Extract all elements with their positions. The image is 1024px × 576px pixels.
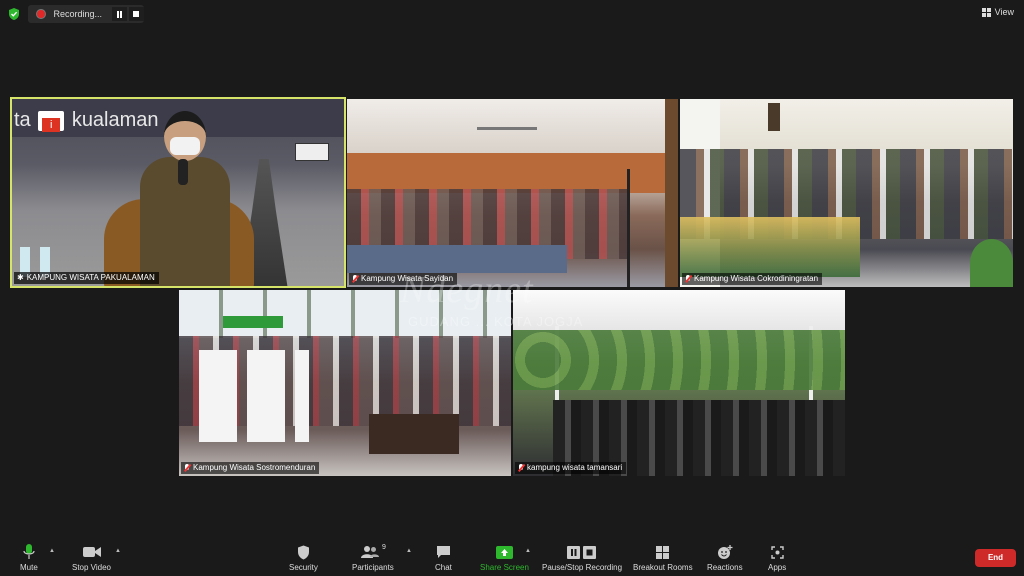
security-button[interactable]: Security: [289, 544, 318, 572]
video-camera-icon: [82, 544, 101, 560]
coffee-table: [369, 414, 459, 454]
meeting-controls-toolbar: Mute ▲ Stop Video ▲ Security 9 Participa…: [0, 538, 1024, 576]
pause-stop-recording-label: Pause/Stop Recording: [542, 563, 623, 572]
share-screen-icon: [495, 544, 513, 560]
participants-icon: 9: [360, 544, 386, 560]
face-mask: [170, 137, 200, 155]
video-feed: ta i kualaman: [12, 99, 344, 286]
pin-icon: ✱: [17, 273, 24, 282]
chat-bubble-icon: [436, 544, 451, 560]
participant-name: KAMPUNG WISATA PAKUALAMAN: [26, 273, 155, 282]
security-shield-icon[interactable]: [7, 7, 21, 21]
white-chairs: [199, 350, 309, 442]
video-feed: [680, 99, 1013, 287]
watermark-subtitle: GUDANG ... KOTA JOGJA: [408, 314, 584, 329]
green-banner: [223, 316, 283, 328]
microphone-icon: [23, 544, 35, 560]
participant-nameplate: Kampung Wisata Sostromenduran: [181, 462, 320, 474]
meeting-top-bar: Recording... View: [0, 0, 1024, 28]
recording-label: Recording...: [53, 9, 103, 19]
end-meeting-button[interactable]: End: [975, 549, 1016, 567]
view-label: View: [994, 7, 1014, 17]
reactions-label: Reactions: [707, 563, 743, 572]
video-options-chevron-icon[interactable]: ▲: [115, 548, 121, 554]
apps-button[interactable]: Apps: [768, 544, 786, 572]
security-label: Security: [289, 563, 318, 572]
apps-label: Apps: [768, 563, 787, 572]
chat-button[interactable]: Chat: [435, 544, 452, 572]
ceiling-fan-icon: [477, 127, 537, 130]
flower-table: [680, 217, 860, 277]
participants-label: Participants: [352, 563, 394, 572]
breakout-rooms-button[interactable]: Breakout Rooms: [633, 544, 693, 572]
chat-label: Chat: [435, 563, 452, 572]
participants-button[interactable]: 9 Participants: [352, 544, 394, 572]
mic-muted-icon: [518, 464, 524, 472]
share-options-chevron-icon[interactable]: ▲: [525, 548, 531, 554]
mic-muted-icon: [184, 464, 190, 472]
microphone: [178, 159, 188, 185]
pause-stop-recording-button[interactable]: Pause/Stop Recording: [542, 544, 622, 572]
event-logo-icon: i: [38, 110, 65, 132]
video-tile-cokrodiningratan[interactable]: Kampung Wisata Cokrodiningratan: [680, 99, 1013, 287]
participant-name: Kampung Wisata Sostromenduran: [193, 463, 316, 472]
share-screen-button[interactable]: Share Screen: [480, 544, 529, 572]
mic-muted-icon: [685, 275, 691, 283]
wall-sign: [295, 143, 329, 161]
plant: [970, 239, 1013, 287]
participant-name: Kampung Wisata Cokrodiningratan: [694, 274, 819, 283]
pause-recording-button[interactable]: [111, 7, 127, 21]
pause-icon: [116, 10, 122, 18]
breakout-rooms-icon: [656, 544, 670, 560]
share-screen-label: Share Screen: [480, 563, 529, 572]
participant-nameplate: kampung wisata tamansari: [515, 462, 627, 474]
stop-icon: [133, 11, 140, 17]
breakout-rooms-label: Breakout Rooms: [633, 563, 693, 572]
video-feed: [347, 99, 678, 287]
wall-frames: [768, 103, 780, 131]
shield-icon: [297, 544, 310, 560]
view-button[interactable]: View: [981, 7, 1014, 17]
video-tile-pakualaman[interactable]: ta i kualaman ✱ KAMPUNG WISATA PAKUALAMA…: [10, 97, 346, 288]
participant-name: kampung wisata tamansari: [527, 463, 623, 472]
reactions-button[interactable]: Reactions: [707, 544, 743, 572]
participant-nameplate: ✱ KAMPUNG WISATA PAKUALAMAN: [14, 272, 159, 284]
tripod: [627, 169, 630, 287]
stop-recording-button[interactable]: [128, 7, 145, 21]
mic-muted-icon: [352, 275, 358, 283]
apps-icon: [770, 544, 784, 560]
smiley-plus-icon: [717, 544, 733, 560]
grid-view-icon: [981, 7, 991, 17]
trees: [513, 330, 845, 390]
stop-video-button[interactable]: Stop Video: [72, 544, 111, 572]
audio-options-chevron-icon[interactable]: ▲: [49, 548, 55, 554]
video-tile-sayidan[interactable]: Kampung Wisata Sayidan: [347, 99, 678, 287]
watermark-logo: Ndegnet: [400, 269, 534, 311]
participants-options-chevron-icon[interactable]: ▲: [406, 548, 412, 554]
ceiling: [347, 99, 678, 153]
banner-text: ta i kualaman: [14, 109, 159, 132]
recording-dot-icon: [36, 9, 46, 19]
participants-count: 9: [381, 544, 386, 551]
pause-stop-recording-icon: [567, 544, 597, 560]
mute-label: Mute: [20, 563, 38, 572]
mute-button[interactable]: Mute: [20, 544, 38, 572]
column: [665, 99, 678, 287]
stop-video-label: Stop Video: [72, 563, 111, 572]
participant-nameplate: Kampung Wisata Cokrodiningratan: [682, 273, 823, 285]
recording-indicator: Recording...: [28, 5, 145, 23]
